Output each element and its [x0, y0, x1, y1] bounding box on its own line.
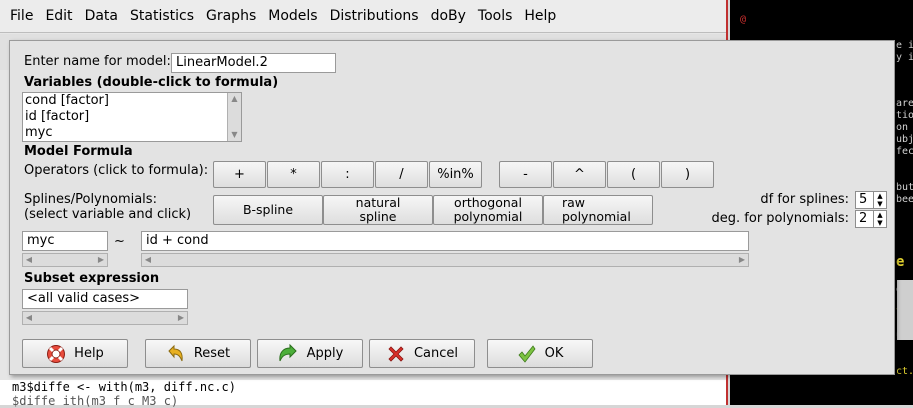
scroll-left-icon[interactable]: ◀	[23, 254, 35, 266]
natural-spline-button[interactable]: natural spline	[323, 195, 433, 225]
terminal-line: bee	[896, 194, 913, 205]
list-item[interactable]: id [factor]	[23, 109, 241, 125]
checkmark-icon	[518, 344, 536, 363]
df-splines-label: df for splines:	[760, 192, 849, 207]
spinner-arrows-icon[interactable]: ▲ ▼	[873, 211, 886, 227]
menu-bar: File Edit Data Statistics Graphs Models …	[0, 0, 726, 33]
reset-button[interactable]: Reset	[145, 339, 251, 368]
scroll-left-icon[interactable]: ◀	[142, 254, 154, 266]
button-label: Cancel	[413, 346, 459, 361]
scroll-left-icon[interactable]: ◀	[23, 312, 35, 324]
scroll-right-icon[interactable]: ▶	[175, 312, 187, 324]
button-label: polynomial	[562, 209, 631, 224]
operator-minus-button[interactable]: -	[499, 161, 552, 188]
terminal-line: tio	[896, 110, 913, 121]
operator-in-button[interactable]: %in%	[429, 161, 482, 188]
menu-edit[interactable]: Edit	[39, 0, 78, 33]
model-name-label: Enter name for model:	[24, 54, 171, 69]
operators-label: Operators (click to formula):	[24, 163, 209, 178]
linear-model-dialog: Enter name for model: LinearModel.2 Vari…	[9, 40, 895, 375]
undo-arrow-icon	[168, 344, 183, 361]
button-label: orthogonal	[454, 195, 522, 210]
rhs-scrollbar[interactable]: ◀ ▶	[141, 253, 749, 267]
lifebuoy-icon	[47, 344, 66, 363]
lhs-scrollbar[interactable]: ◀ ▶	[22, 253, 108, 267]
terminal-line: e i	[896, 40, 913, 51]
button-label: OK	[544, 346, 564, 361]
terminal-line: y i	[896, 52, 913, 63]
orthogonal-polynomial-button[interactable]: orthogonal polynomial	[433, 195, 543, 225]
operator-times-button[interactable]: *	[267, 161, 320, 188]
button-label: raw	[562, 195, 586, 210]
deg-poly-spinner[interactable]: 2 ▲ ▼	[855, 210, 887, 228]
forward-arrow-icon	[278, 343, 297, 361]
operator-colon-button[interactable]: :	[321, 161, 374, 188]
tilde-label: ~	[114, 234, 125, 249]
scroll-down-icon[interactable]: ▼	[228, 129, 241, 141]
menu-data[interactable]: Data	[79, 0, 124, 33]
menu-tools[interactable]: Tools	[472, 0, 519, 33]
operator-close-paren-button[interactable]: )	[661, 161, 714, 188]
splines-sublabel: (select variable and click)	[24, 207, 192, 222]
menu-file[interactable]: File	[4, 0, 39, 33]
red-x-icon	[388, 345, 404, 362]
button-label: natural	[355, 195, 401, 210]
terminal-line: ct.	[896, 366, 913, 377]
variables-listbox[interactable]: cond [factor] id [factor] myc ▲ ▼	[22, 92, 242, 142]
button-label: B-spline	[242, 202, 294, 217]
subset-heading: Subset expression	[24, 271, 160, 286]
list-item[interactable]: cond [factor]	[23, 93, 241, 109]
deg-poly-label: deg. for polynomials:	[711, 211, 849, 226]
ok-button[interactable]: OK	[487, 339, 593, 368]
terminal-prompt: @	[740, 14, 747, 25]
script-line: m3$diffe <- with(m3, diff.nc.c)	[12, 380, 236, 394]
script-line: $diffe ith(m3 f c M3 c)	[12, 394, 179, 408]
button-label: Reset	[193, 346, 231, 361]
menu-graphs[interactable]: Graphs	[200, 0, 262, 33]
menu-models[interactable]: Models	[262, 0, 323, 33]
operator-open-paren-button[interactable]: (	[607, 161, 660, 188]
subset-scrollbar[interactable]: ◀ ▶	[22, 311, 188, 325]
help-button[interactable]: Help	[22, 339, 128, 368]
terminal-line: fec	[896, 146, 913, 157]
model-formula-heading: Model Formula	[24, 144, 133, 159]
operator-power-button[interactable]: ^	[553, 161, 606, 188]
button-label: polynomial	[453, 209, 523, 224]
bspline-button[interactable]: B-spline	[213, 195, 323, 225]
menu-statistics[interactable]: Statistics	[124, 0, 200, 33]
menu-doby[interactable]: doBy	[425, 0, 472, 33]
scroll-right-icon[interactable]: ▶	[736, 254, 748, 266]
model-name-input[interactable]: LinearModel.2	[171, 53, 336, 73]
lhs-input[interactable]: myc	[22, 231, 108, 251]
terminal-scrollbar[interactable]	[897, 280, 913, 340]
menu-distributions[interactable]: Distributions	[324, 0, 425, 33]
spinner-arrows-icon[interactable]: ▲ ▼	[873, 192, 886, 208]
terminal-line: are	[896, 98, 913, 109]
rhs-formula-input[interactable]: id + cond	[141, 231, 749, 251]
list-item[interactable]: myc	[23, 125, 241, 141]
button-label: Apply	[306, 346, 344, 361]
operator-divide-button[interactable]: /	[375, 161, 428, 188]
subset-input[interactable]: <all valid cases>	[22, 289, 188, 309]
terminal-line: but	[896, 182, 913, 193]
apply-button[interactable]: Apply	[257, 339, 363, 368]
spinner-value: 2	[859, 211, 868, 226]
spinner-value: 5	[859, 192, 868, 207]
variables-heading: Variables (double-click to formula)	[24, 75, 279, 90]
scroll-right-icon[interactable]: ▶	[95, 254, 107, 266]
menu-help[interactable]: Help	[518, 0, 562, 33]
splines-label: Splines/Polynomials:	[24, 192, 157, 207]
button-label: Help	[74, 346, 104, 361]
scroll-up-icon[interactable]: ▲	[228, 93, 241, 105]
terminal-line: ubj	[896, 134, 913, 145]
terminal-line: on	[896, 122, 909, 133]
script-window[interactable]: m3$diffe <- with(m3, diff.nc.c) $diffe i…	[0, 380, 726, 408]
variables-scrollbar[interactable]: ▲ ▼	[227, 93, 241, 141]
operator-plus-button[interactable]: +	[213, 161, 266, 188]
terminal-line: e c	[896, 254, 913, 270]
button-label: spline	[359, 209, 397, 224]
df-splines-spinner[interactable]: 5 ▲ ▼	[855, 191, 887, 209]
raw-polynomial-button[interactable]: raw polynomial	[543, 195, 653, 225]
cancel-button[interactable]: Cancel	[369, 339, 475, 368]
